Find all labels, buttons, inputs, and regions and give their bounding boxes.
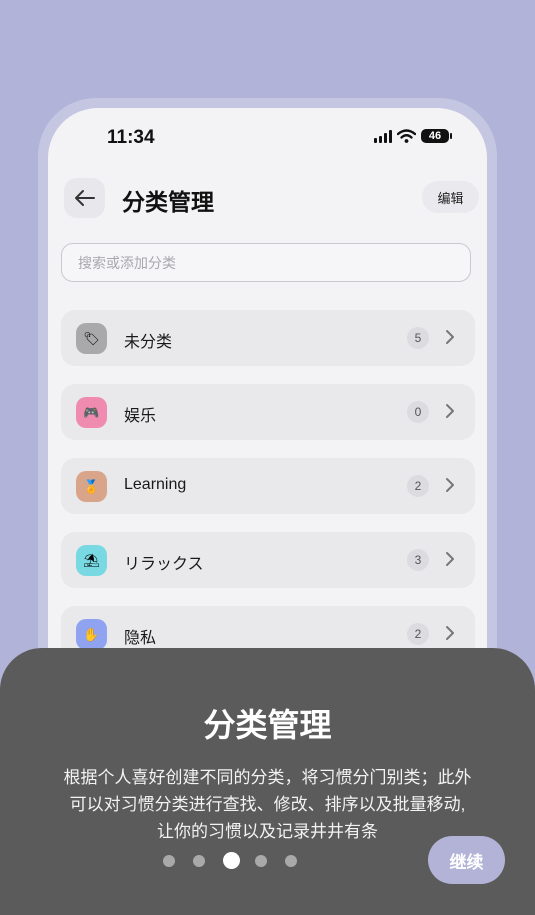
- description-line: 让你的习惯以及记录井井有条: [157, 822, 378, 841]
- category-name: Learning: [124, 476, 187, 493]
- count-badge: 3: [407, 549, 429, 571]
- count-badge: 0: [407, 401, 429, 423]
- edit-button[interactable]: 编辑: [422, 181, 479, 213]
- wifi-icon: [397, 129, 416, 143]
- battery-icon: 46: [421, 129, 452, 143]
- description-line: 可以对习惯分类进行查找、修改、排序以及批量移动,: [69, 795, 466, 814]
- page-dot[interactable]: [163, 854, 175, 867]
- category-name: 未分类: [124, 334, 173, 351]
- arrow-left-icon: [74, 190, 95, 206]
- category-name: 娱乐: [124, 408, 157, 425]
- onboarding-sheet: 分类管理 根据个人喜好创建不同的分类，将习惯分门别类；此外 可以对习惯分类进行查…: [0, 648, 535, 915]
- chevron-right-icon: [446, 478, 454, 492]
- chevron-right-icon: [446, 552, 454, 566]
- category-name: 隐私: [124, 630, 157, 647]
- status-icons: 46: [374, 129, 452, 143]
- page-dot-active[interactable]: [223, 852, 240, 869]
- game-controller-icon: 🎮: [76, 397, 107, 428]
- category-row[interactable]: 🎮 娱乐 0: [61, 384, 475, 440]
- count-badge: 2: [407, 475, 429, 497]
- category-name: リラックス: [124, 556, 204, 573]
- chevron-right-icon: [446, 404, 454, 418]
- page-dot[interactable]: [255, 854, 267, 867]
- search-input[interactable]: 搜索或添加分类: [61, 243, 471, 282]
- count-badge: 5: [407, 327, 429, 349]
- signal-icon: [374, 129, 392, 143]
- onboarding-title: 分类管理: [203, 707, 332, 743]
- phone-screen: 11:34 46 分类管理 编辑 搜索或添加分类 🏷 未分类 5 🎮 娱乐 0 🏅 Learn…: [48, 108, 487, 718]
- status-time: 11:34: [107, 127, 155, 148]
- description-line: 根据个人喜好创建不同的分类，将习惯分门别类；此外: [63, 768, 472, 787]
- chevron-right-icon: [446, 626, 454, 640]
- page-dot[interactable]: [193, 854, 205, 867]
- tag-icon: 🏷: [76, 323, 107, 354]
- category-row[interactable]: 🏷 未分类 5: [61, 310, 475, 366]
- back-button[interactable]: [64, 178, 105, 218]
- continue-button[interactable]: 继续: [428, 836, 505, 884]
- beach-umbrella-icon: ⛱: [76, 545, 107, 576]
- medal-icon: 🏅: [76, 471, 107, 502]
- onboarding-description: 根据个人喜好创建不同的分类，将习惯分门别类；此外 可以对习惯分类进行查找、修改、…: [30, 764, 505, 845]
- page-indicator: [163, 852, 315, 869]
- page-title: 分类管理: [122, 189, 214, 215]
- page-dot[interactable]: [285, 854, 297, 867]
- chevron-right-icon: [446, 330, 454, 344]
- category-row[interactable]: 🏅 Learning 2: [61, 458, 475, 514]
- hand-icon: ✋: [76, 619, 107, 650]
- category-row[interactable]: ⛱ リラックス 3: [61, 532, 475, 588]
- count-badge: 2: [407, 623, 429, 645]
